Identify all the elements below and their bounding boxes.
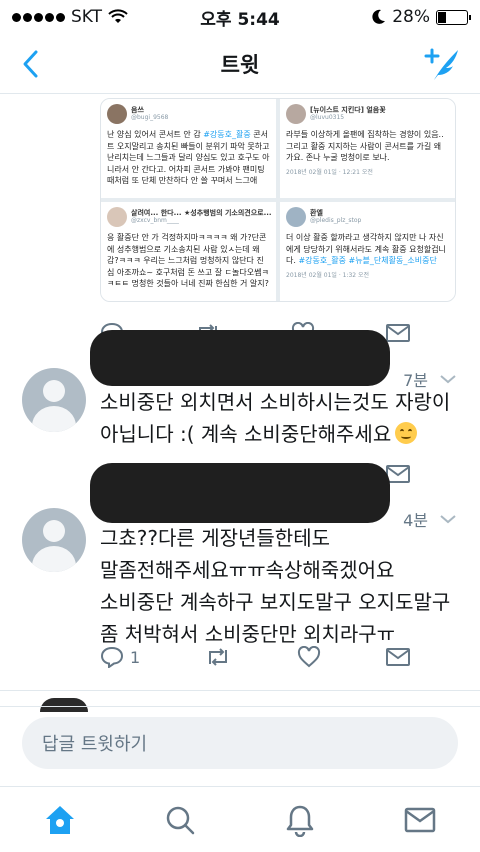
tab-notifications[interactable]	[278, 798, 322, 842]
tweet-actions: 1	[100, 642, 410, 672]
back-button[interactable]	[14, 48, 46, 80]
avatar	[107, 207, 127, 227]
embedded-image[interactable]: 음쓰 @bugi_9568 난 양심 있어서 콘서트 안 감 #강동호_활중 콘…	[100, 98, 456, 302]
status-left: SKT	[12, 7, 128, 27]
status-bar: SKT 오후 5:44 28%	[0, 0, 480, 34]
avatar[interactable]	[22, 508, 86, 572]
reply-button[interactable]: 1	[100, 646, 140, 668]
carrier-name: SKT	[71, 7, 103, 27]
avatar	[107, 104, 127, 124]
tab-home[interactable]	[38, 798, 82, 842]
signal-strength-icon	[12, 12, 65, 22]
tab-bar	[0, 786, 480, 852]
embedded-tweet-text: 응 활중단 안 가 걱정하지마ㅋㅋㅋㅋ 왜 가?단콘에 성추행범으로 기소송치된…	[107, 233, 269, 289]
heart-icon	[297, 646, 320, 668]
embedded-tweet-date: 2018년 02월 01일 · 1:32 오전	[286, 271, 370, 279]
smiling-face-emoji	[395, 422, 418, 444]
embedded-tweet: 음쓰 @bugi_9568 난 양심 있어서 콘서트 안 감 #강동호_활중 콘…	[101, 99, 276, 198]
battery-icon	[436, 9, 471, 25]
reply-icon	[100, 646, 124, 668]
search-icon	[166, 806, 195, 834]
avatar[interactable]	[22, 368, 86, 432]
retweet-icon	[209, 648, 228, 666]
mail-icon	[385, 648, 410, 666]
redacted-username	[90, 463, 390, 523]
nav-bar: 트윗	[0, 34, 480, 94]
embedded-tweet-handle: @luvu0315	[310, 113, 345, 121]
embedded-tweet: [뉴이스트 지킨다] 얼음꽃 @luvu0315 라부들 이상하게 올팬에 집착…	[280, 99, 455, 198]
avatar	[286, 104, 306, 124]
reply-count: 1	[130, 647, 141, 667]
embedded-tweet-text: 더 이상 활중 할까라고 생각하지 않지만 나 자신에게 당당하기 위해서라도 …	[286, 233, 446, 266]
tab-messages[interactable]	[398, 798, 442, 842]
reply-input[interactable]: 답글 트윗하기	[22, 717, 458, 769]
compose-tweet-button[interactable]	[422, 44, 462, 84]
tweet-text: 그쵸??다른 게장년들한테도 말좀전해주세요ㅠㅠ속상해죽겠어요 소비중단 계속하…	[100, 526, 451, 646]
wifi-icon	[108, 9, 128, 23]
battery-percent: 28%	[392, 7, 430, 27]
like-button[interactable]	[297, 646, 321, 668]
tab-search[interactable]	[158, 798, 202, 842]
home-icon	[46, 805, 74, 834]
bell-icon	[286, 805, 314, 837]
embedded-tweet-handle: @zxcv_bnm____	[131, 216, 179, 224]
compose-feather-icon	[424, 48, 458, 80]
clock: 오후 5:44	[200, 9, 280, 30]
embedded-tweet-handle: @pledis_plz_stop	[310, 216, 362, 224]
redacted-username	[90, 330, 390, 386]
embedded-tweet-grid: 음쓰 @bugi_9568 난 양심 있어서 콘서트 안 감 #강동호_활중 콘…	[101, 99, 455, 301]
divider	[0, 706, 480, 707]
avatar	[286, 207, 306, 227]
tweet-text: 소비중단 외치면서 소비하시는것도 자랑이 아닙니다 :( 계속 소비중단해주세…	[100, 390, 451, 446]
direct-message-button[interactable]	[385, 324, 410, 342]
retweet-button[interactable]	[205, 647, 231, 667]
avatar	[40, 698, 88, 712]
mail-icon	[404, 807, 436, 832]
status-right: 28%	[372, 7, 471, 27]
divider	[0, 690, 480, 691]
embedded-tweet: 환엘 @pledis_plz_stop 더 이상 활중 할까라고 생각하지 않지…	[280, 202, 455, 301]
reply-placeholder: 답글 트윗하기	[42, 734, 148, 755]
page-title: 트윗	[220, 52, 260, 77]
embedded-tweet-text: 난 양심 있어서 콘서트 안 감 #강동호_활중 콘서트 오지말리고 송치된 빠…	[107, 130, 270, 186]
moon-icon	[372, 9, 386, 24]
direct-message-button[interactable]	[385, 648, 410, 666]
embedded-tweet-text: 라부들 이상하게 올팬에 집착하는 경향이 있음.. 그리고 활중 지지하는 사…	[286, 130, 444, 163]
mail-icon	[385, 324, 410, 342]
battery-fill	[438, 11, 446, 23]
embedded-tweet-date: 2018년 02월 01일 · 12:21 오전	[286, 168, 373, 176]
chevron-left-icon	[23, 50, 38, 78]
embedded-tweet-handle: @bugi_9568	[131, 113, 169, 121]
embedded-tweet: 살려여... 한다... ★성추행범의 기소의견으로... @zxcv_bnm_…	[101, 202, 276, 301]
